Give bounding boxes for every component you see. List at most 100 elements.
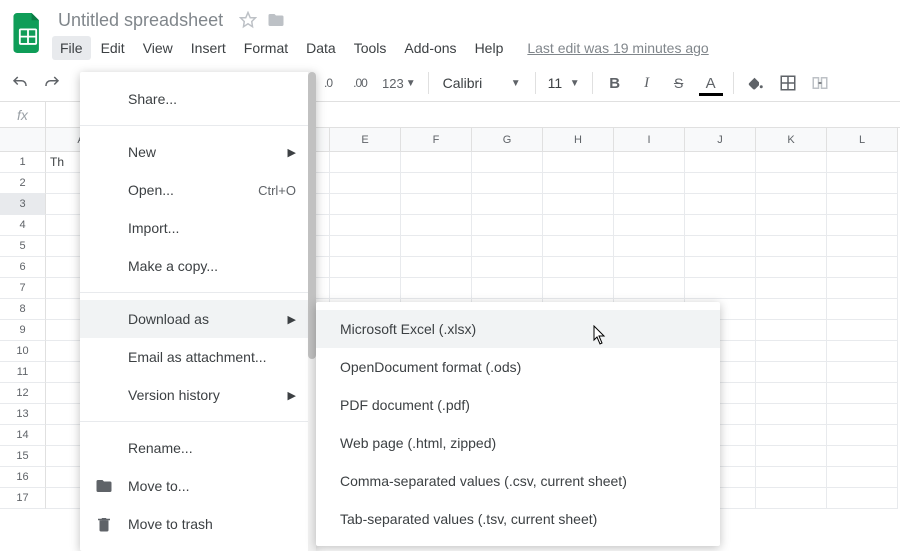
cell[interactable] (543, 152, 614, 173)
cell[interactable] (756, 320, 827, 341)
file-menu-version-history[interactable]: Version history▶ (80, 376, 316, 414)
cell[interactable] (472, 278, 543, 299)
cell[interactable] (543, 215, 614, 236)
cell[interactable] (827, 278, 898, 299)
file-menu-open[interactable]: Open...Ctrl+O (80, 171, 316, 209)
download-csv[interactable]: Comma-separated values (.csv, current sh… (316, 462, 720, 500)
cell[interactable] (472, 173, 543, 194)
cell[interactable] (756, 257, 827, 278)
cell[interactable] (330, 278, 401, 299)
cell[interactable] (756, 446, 827, 467)
folder-icon[interactable] (267, 11, 285, 29)
cell[interactable] (685, 215, 756, 236)
cell[interactable] (614, 194, 685, 215)
cell[interactable] (330, 257, 401, 278)
decrease-decimal-button[interactable]: .0 (314, 69, 342, 97)
cell[interactable] (685, 173, 756, 194)
row-header[interactable]: 1 (0, 152, 46, 173)
cell[interactable] (330, 236, 401, 257)
file-menu-move-to[interactable]: Move to... (80, 467, 316, 505)
cell[interactable] (330, 215, 401, 236)
cell[interactable] (827, 488, 898, 509)
increase-decimal-button[interactable]: .00 (346, 69, 374, 97)
row-header[interactable]: 15 (0, 446, 46, 467)
undo-button[interactable] (6, 69, 34, 97)
row-header[interactable]: 14 (0, 425, 46, 446)
cell[interactable] (827, 236, 898, 257)
cell[interactable] (614, 236, 685, 257)
file-menu-make-copy[interactable]: Make a copy... (80, 247, 316, 285)
row-header[interactable]: 2 (0, 173, 46, 194)
cell[interactable] (756, 194, 827, 215)
cell[interactable] (472, 236, 543, 257)
bold-button[interactable]: B (601, 69, 629, 97)
cell[interactable] (827, 194, 898, 215)
cell[interactable] (827, 362, 898, 383)
cell[interactable] (401, 215, 472, 236)
menu-addons[interactable]: Add-ons (396, 36, 464, 60)
text-color-button[interactable]: A (697, 69, 725, 97)
scrollbar-thumb[interactable] (308, 72, 316, 359)
cell[interactable] (543, 278, 614, 299)
cell[interactable] (330, 173, 401, 194)
cell[interactable] (401, 173, 472, 194)
cell[interactable] (827, 425, 898, 446)
cell[interactable] (614, 257, 685, 278)
menu-data[interactable]: Data (298, 36, 344, 60)
file-menu-rename[interactable]: Rename... (80, 429, 316, 467)
menu-tools[interactable]: Tools (346, 36, 395, 60)
menu-format[interactable]: Format (236, 36, 296, 60)
cell[interactable] (756, 299, 827, 320)
row-header[interactable]: 12 (0, 383, 46, 404)
file-menu-download-as[interactable]: Download as▶ (80, 300, 316, 338)
menu-help[interactable]: Help (467, 36, 512, 60)
row-header[interactable]: 13 (0, 404, 46, 425)
cell[interactable] (827, 404, 898, 425)
file-menu-share[interactable]: Share... (80, 80, 316, 118)
cell[interactable] (827, 152, 898, 173)
column-header[interactable]: F (401, 128, 472, 152)
cell[interactable] (756, 278, 827, 299)
cell[interactable] (614, 278, 685, 299)
strikethrough-button[interactable]: S (665, 69, 693, 97)
row-header[interactable]: 11 (0, 362, 46, 383)
cell[interactable] (827, 299, 898, 320)
cell[interactable] (827, 383, 898, 404)
file-menu-email-attachment[interactable]: Email as attachment... (80, 338, 316, 376)
cell[interactable] (756, 488, 827, 509)
cell[interactable] (472, 152, 543, 173)
download-tsv[interactable]: Tab-separated values (.tsv, current shee… (316, 500, 720, 538)
cell[interactable] (827, 173, 898, 194)
row-header[interactable]: 6 (0, 257, 46, 278)
download-html[interactable]: Web page (.html, zipped) (316, 424, 720, 462)
sheets-logo[interactable] (8, 6, 48, 60)
column-header[interactable]: G (472, 128, 543, 152)
menu-view[interactable]: View (135, 36, 181, 60)
row-header[interactable]: 3 (0, 194, 46, 215)
font-family-select[interactable]: Calibri ▼ (437, 70, 527, 96)
cell[interactable] (401, 236, 472, 257)
cell[interactable] (543, 257, 614, 278)
cell[interactable] (472, 194, 543, 215)
row-header[interactable]: 16 (0, 467, 46, 488)
cell[interactable] (401, 257, 472, 278)
font-size-select[interactable]: 11 ▼ (544, 70, 584, 96)
column-header[interactable]: K (756, 128, 827, 152)
download-ods[interactable]: OpenDocument format (.ods) (316, 348, 720, 386)
cell[interactable] (827, 215, 898, 236)
cell[interactable] (756, 383, 827, 404)
cell[interactable] (614, 215, 685, 236)
download-xlsx[interactable]: Microsoft Excel (.xlsx) (316, 310, 720, 348)
menu-insert[interactable]: Insert (183, 36, 234, 60)
cell[interactable] (756, 425, 827, 446)
cell[interactable] (756, 173, 827, 194)
cell[interactable] (756, 215, 827, 236)
star-icon[interactable] (239, 11, 257, 29)
doc-title[interactable]: Untitled spreadsheet (52, 8, 229, 33)
cell[interactable] (756, 404, 827, 425)
download-pdf[interactable]: PDF document (.pdf) (316, 386, 720, 424)
cell[interactable] (827, 446, 898, 467)
file-menu-move-to-trash[interactable]: Move to trash (80, 505, 316, 543)
column-header[interactable]: L (827, 128, 898, 152)
menu-scrollbar[interactable] (308, 72, 316, 551)
